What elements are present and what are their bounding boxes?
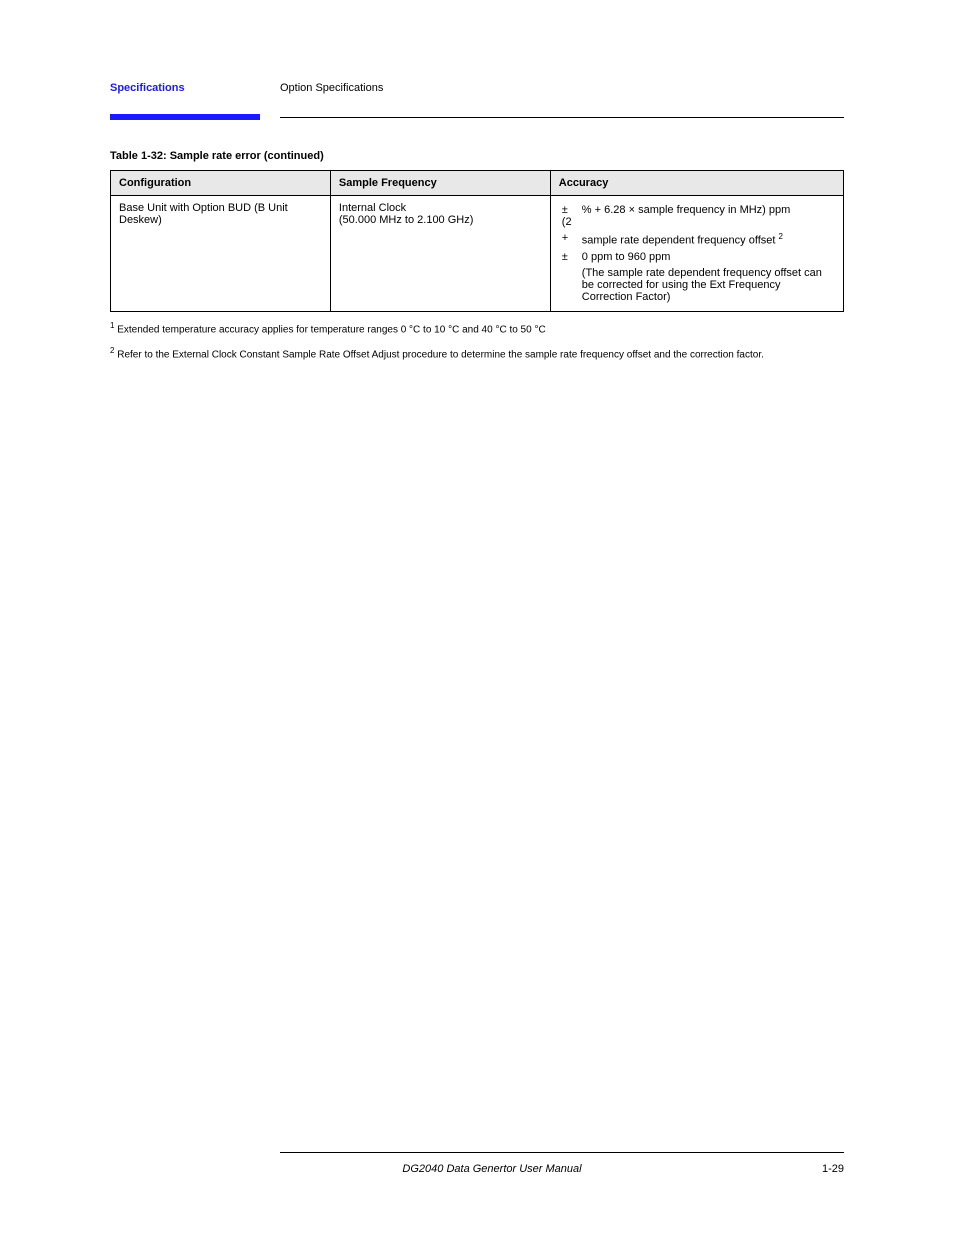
footer-left [110, 1163, 280, 1175]
acc-line-2: sample rate dependent frequency offset 2 [579, 230, 835, 249]
spec-table: Configuration Sample Frequency Accuracy … [110, 170, 844, 312]
header-rule [280, 117, 844, 118]
acc-prefix-3: ± [559, 249, 579, 265]
header-section: Option Specifications [280, 82, 844, 94]
cell-freq: Internal Clock (50.000 MHz to 2.100 GHz) [330, 196, 550, 312]
blue-accent-bar [110, 114, 260, 120]
acc-prefix-2: + [559, 230, 579, 249]
col-header-freq: Sample Frequency [330, 171, 550, 196]
footnote-1: 1 Extended temperature accuracy applies … [110, 320, 844, 337]
cell-accuracy: ±(2 % + 6.28 × sample frequency in MHz) … [550, 196, 843, 312]
table-header-row: Configuration Sample Frequency Accuracy [111, 171, 844, 196]
acc-line-4: (The sample rate dependent frequency off… [579, 265, 835, 305]
footer-rule [280, 1152, 844, 1153]
table-row: Base Unit with Option BUD (B Unit Deskew… [111, 196, 844, 312]
table-caption: Table 1-32: Sample rate error (continued… [110, 150, 844, 162]
acc-line-3: 0 ppm to 960 ppm [579, 249, 835, 265]
col-header-config: Configuration [111, 171, 331, 196]
cell-config: Base Unit with Option BUD (B Unit Deskew… [111, 196, 331, 312]
footnote-2: 2 Refer to the External Clock Constant S… [110, 345, 844, 362]
col-header-accuracy: Accuracy [550, 171, 843, 196]
page-footer: DG2040 Data Genertor User Manual 1-29 [110, 1152, 844, 1175]
header-divider [110, 114, 844, 120]
freq-label: Internal Clock [339, 202, 406, 214]
header-link[interactable]: Specifications [110, 82, 280, 94]
acc-prefix-1: ±(2 [559, 202, 579, 230]
footer-page-number: 1-29 [704, 1163, 844, 1175]
acc-line-1: % + 6.28 × sample frequency in MHz) ppm [579, 202, 835, 230]
freq-range: (50.000 MHz to 2.100 GHz) [339, 214, 474, 226]
footer-center: DG2040 Data Genertor User Manual [280, 1163, 704, 1175]
